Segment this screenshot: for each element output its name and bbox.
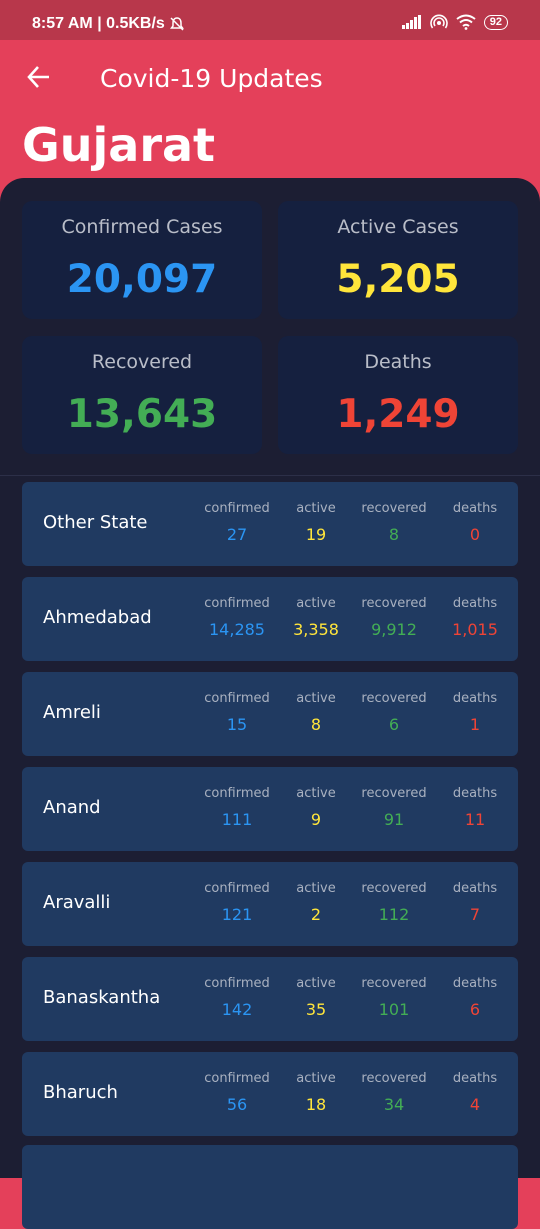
status-right: 92 — [401, 14, 508, 30]
active-value: 9 — [310, 810, 322, 829]
confirmed-value: 15 — [226, 715, 248, 734]
deaths-header: deaths — [452, 976, 498, 991]
recovered-header: recovered — [361, 596, 427, 611]
active-value: 19 — [305, 525, 327, 544]
deaths-value: 4 — [469, 1095, 481, 1114]
active-header: active — [296, 501, 336, 516]
district-row[interactable]: Banaskantha confirmed 142 active 35 recovered… — [22, 957, 518, 1041]
recovered-value: 9,912 — [371, 620, 417, 639]
hotspot-icon — [429, 14, 448, 29]
recovered-value: 34 — [383, 1095, 405, 1114]
confirmed-header: confirmed — [204, 596, 270, 611]
deaths-value: 1,015 — [452, 620, 498, 639]
deaths-header: deaths — [452, 501, 498, 516]
deaths-header: deaths — [452, 596, 498, 611]
deaths-value: 6 — [469, 1000, 481, 1019]
recovered-header: recovered — [361, 691, 427, 706]
deaths-card: Deaths 1,249 — [278, 336, 518, 454]
district-row-partial[interactable] — [22, 1145, 518, 1229]
status-time: 8:57 AM | 0.5KB/s — [32, 15, 165, 32]
active-header: active — [296, 881, 336, 896]
active-cases-label: Active Cases — [337, 216, 459, 238]
deaths-value: 1,249 — [336, 392, 460, 437]
confirmed-cases-value: 20,097 — [66, 257, 218, 302]
confirmed-header: confirmed — [204, 1071, 270, 1086]
battery-indicator: 92 — [483, 14, 508, 30]
deaths-value: 0 — [469, 525, 481, 544]
active-header: active — [296, 691, 336, 706]
confirmed-value: 142 — [221, 1000, 253, 1019]
signal-icon — [401, 15, 421, 29]
active-value: 18 — [305, 1095, 327, 1114]
deaths-header: deaths — [452, 1071, 498, 1086]
active-cases-card: Active Cases 5,205 — [278, 201, 518, 319]
recovered-header: recovered — [361, 1071, 427, 1086]
recovered-value: 101 — [378, 1000, 410, 1019]
confirmed-value: 111 — [221, 810, 253, 829]
recovered-header: recovered — [361, 881, 427, 896]
confirmed-value: 56 — [226, 1095, 248, 1114]
active-value: 8 — [310, 715, 322, 734]
deaths-value: 7 — [469, 905, 481, 924]
recovered-value: 8 — [388, 525, 400, 544]
district-row[interactable]: Bharuch confirmed 56 active 18 recovered 34 dea… — [22, 1052, 518, 1136]
notification-off-icon — [169, 17, 184, 31]
district-row[interactable]: Anand confirmed 111 active 9 recovered 91 death… — [22, 767, 518, 851]
state-title: Gujarat — [22, 118, 216, 172]
district-name: Other State — [43, 512, 148, 533]
wifi-icon — [456, 14, 476, 30]
confirmed-cases-label: Confirmed Cases — [61, 216, 223, 238]
confirmed-value: 121 — [221, 905, 253, 924]
district-name: Anand — [43, 797, 101, 818]
district-row[interactable]: Ahmedabad confirmed 14,285 active 3,358 recov… — [22, 577, 518, 661]
active-header: active — [296, 786, 336, 801]
recovered-value: 91 — [383, 810, 405, 829]
confirmed-cases-card: Confirmed Cases 20,097 — [22, 201, 262, 319]
confirmed-value: 27 — [226, 525, 248, 544]
confirmed-header: confirmed — [204, 976, 270, 991]
recovered-header: recovered — [361, 501, 427, 516]
deaths-header: deaths — [452, 691, 498, 706]
active-value: 3,358 — [293, 620, 339, 639]
active-header: active — [296, 976, 336, 991]
back-arrow-icon[interactable] — [26, 64, 52, 90]
deaths-label: Deaths — [364, 351, 432, 373]
district-name: Banaskantha — [43, 987, 161, 1008]
app-title: Covid-19 Updates — [100, 64, 323, 93]
district-name: Aravalli — [43, 892, 111, 913]
active-header: active — [296, 596, 336, 611]
active-cases-value: 5,205 — [336, 257, 460, 302]
active-value: 2 — [310, 905, 322, 924]
district-row[interactable]: Other State confirmed 27 active 19 recovered 8… — [22, 482, 518, 566]
recovered-header: recovered — [361, 976, 427, 991]
district-name: Amreli — [43, 702, 101, 723]
status-bar: 8:57 AM | 0.5KB/s 92 — [0, 0, 540, 40]
confirmed-header: confirmed — [204, 501, 270, 516]
district-name: Bharuch — [43, 1082, 118, 1103]
deaths-value: 1 — [469, 715, 481, 734]
confirmed-header: confirmed — [204, 881, 270, 896]
recovered-value: 112 — [378, 905, 410, 924]
confirmed-header: confirmed — [204, 691, 270, 706]
district-row[interactable]: Amreli confirmed 15 active 8 recovered 6 deaths… — [22, 672, 518, 756]
district-row[interactable]: Aravalli confirmed 121 active 2 recovered 112 d… — [22, 862, 518, 946]
recovered-header: recovered — [361, 786, 427, 801]
recovered-card: Recovered 13,643 — [22, 336, 262, 454]
recovered-value: 6 — [388, 715, 400, 734]
deaths-header: deaths — [452, 881, 498, 896]
confirmed-header: confirmed — [204, 786, 270, 801]
deaths-header: deaths — [452, 786, 498, 801]
active-value: 35 — [305, 1000, 327, 1019]
section-divider — [0, 475, 540, 476]
recovered-label: Recovered — [91, 351, 193, 373]
deaths-value: 11 — [464, 810, 486, 829]
confirmed-value: 14,285 — [209, 620, 265, 639]
content-panel: Confirmed Cases 20,097 Active Cases 5,20… — [0, 178, 540, 1229]
district-name: Ahmedabad — [43, 607, 152, 628]
status-left: 8:57 AM | 0.5KB/s — [32, 15, 185, 33]
recovered-value: 13,643 — [66, 392, 218, 437]
active-header: active — [296, 1071, 336, 1086]
app-bar: Covid-19 Updates — [0, 40, 540, 120]
